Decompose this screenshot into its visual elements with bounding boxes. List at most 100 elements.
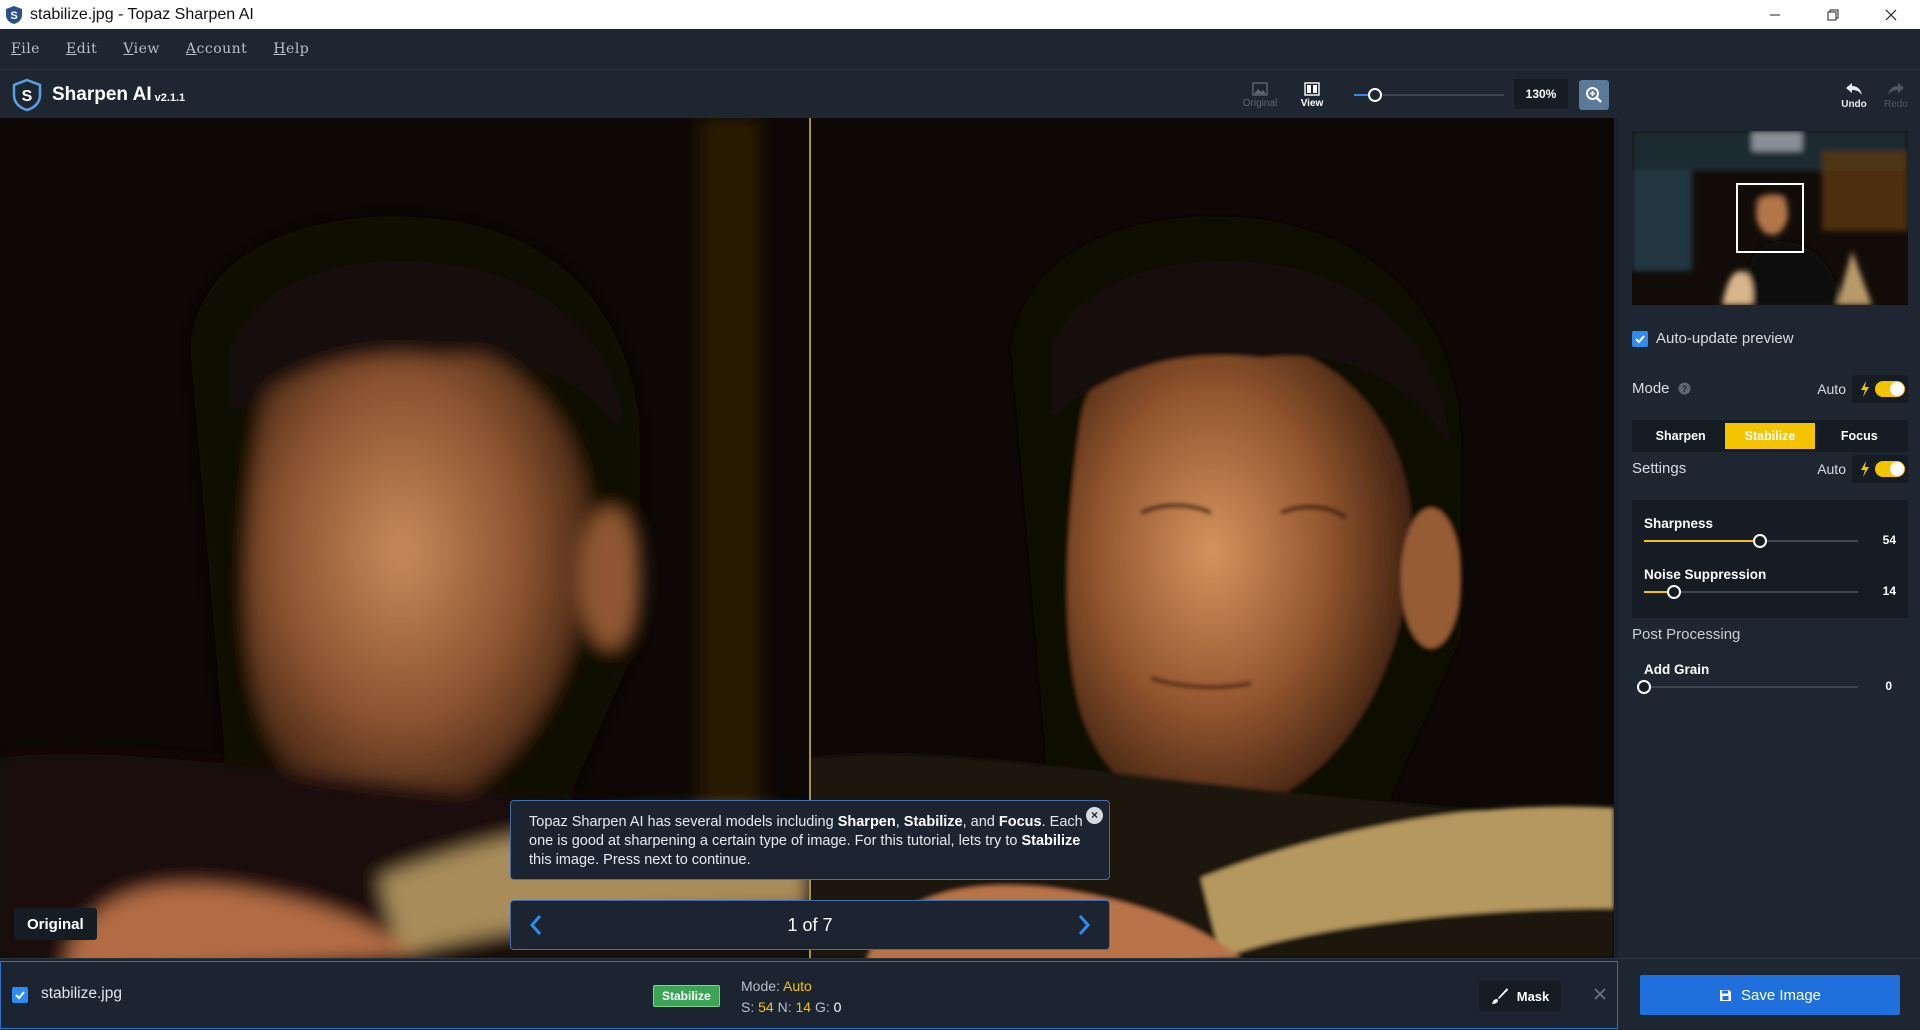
restore-button[interactable] <box>1804 0 1862 29</box>
tutorial-text: , and <box>962 814 999 830</box>
zoom-in-icon <box>1586 87 1602 103</box>
toolbar: S Sharpen AI v2.1.1 Original View 130% U… <box>0 69 1920 118</box>
close-window-button[interactable] <box>1862 0 1920 29</box>
menu-file[interactable]: File <box>11 41 40 57</box>
add-grain-value: 0 <box>1885 679 1892 693</box>
original-view-button[interactable]: Original <box>1236 76 1284 114</box>
bottom-bar: stabilize.jpg Stabilize Mode: Auto S: 54… <box>0 958 1920 1030</box>
svg-text:S: S <box>22 88 33 105</box>
sharpness-value: 54 <box>1882 533 1896 547</box>
close-icon <box>1594 988 1606 1000</box>
auto-update-label: Auto-update preview <box>1656 330 1794 347</box>
brush-icon <box>1491 988 1508 1004</box>
zoom-slider[interactable] <box>1354 88 1504 102</box>
settings-auto-label: Auto <box>1817 460 1846 477</box>
file-settings-info: Mode: Auto S: 54 N: 14 G: 0 <box>741 976 841 1018</box>
n-label: N: <box>773 999 796 1015</box>
file-name: stabilize.jpg <box>41 985 122 1002</box>
sharpness-label: Sharpness <box>1644 516 1714 531</box>
brand-name: Sharpen AI <box>52 84 152 105</box>
auto-update-checkbox[interactable] <box>1632 330 1648 347</box>
tutorial-pager: 1 of 7 <box>510 900 1110 950</box>
settings-auto-switch[interactable] <box>1875 460 1905 477</box>
next-arrow-icon[interactable] <box>1071 913 1095 937</box>
s-value: 54 <box>758 999 774 1015</box>
menu-edit[interactable]: Edit <box>66 41 97 57</box>
zoom-value[interactable]: 130% <box>1514 79 1568 109</box>
n-value: 14 <box>795 999 812 1015</box>
file-list-item[interactable]: stabilize.jpg Stabilize Mode: Auto S: 54… <box>0 961 1618 1029</box>
tutorial-bold-sharpen: Sharpen <box>837 814 896 830</box>
redo-button[interactable]: Redo <box>1872 76 1920 114</box>
original-badge: Original <box>14 908 97 940</box>
s-label: S: <box>741 999 759 1015</box>
auto-update-row[interactable]: Auto-update preview <box>1632 330 1908 347</box>
sharpness-slider-knob[interactable] <box>1752 534 1767 548</box>
add-grain-slider[interactable] <box>1637 680 1858 694</box>
window-title: stabilize.jpg - Topaz Sharpen AI <box>30 5 254 23</box>
g-value: 0 <box>833 999 842 1015</box>
settings-sliders: Sharpness 54 Noise Suppression 14 <box>1632 500 1908 618</box>
mode-auto-switch[interactable] <box>1875 380 1905 397</box>
undo-button[interactable]: Undo <box>1830 76 1878 114</box>
tutorial-bold-stabilize: Stabilize <box>1021 833 1081 849</box>
zoom-slider-knob[interactable] <box>1368 88 1382 102</box>
mask-button[interactable]: Mask <box>1479 981 1561 1011</box>
noise-suppression-label: Noise Suppression <box>1644 567 1767 582</box>
minimize-button[interactable] <box>1746 0 1804 29</box>
mask-label: Mask <box>1516 988 1550 1004</box>
tutorial-bold-stabilize: Stabilize <box>903 814 963 830</box>
save-image-button[interactable]: Save Image <box>1640 975 1900 1015</box>
navigator-thumbnail[interactable] <box>1632 131 1908 305</box>
mode-prefix: Mode: <box>741 978 784 994</box>
tutorial-close-icon[interactable]: × <box>1086 807 1103 824</box>
help-icon[interactable]: ? <box>1678 382 1691 395</box>
mode-label: Mode <box>1632 380 1670 397</box>
undo-icon <box>1846 82 1862 95</box>
svg-text:?: ? <box>1681 384 1687 394</box>
tutorial-bold-focus: Focus <box>998 814 1042 830</box>
restore-icon <box>1827 9 1839 20</box>
original-label: Original <box>1242 97 1278 109</box>
undo-label: Undo <box>1841 98 1867 110</box>
app-logo: S Sharpen AI v2.1.1 <box>10 78 185 112</box>
tutorial-text: this image. Press next to continue. <box>529 852 751 868</box>
app-icon: S <box>6 5 22 24</box>
menu-help[interactable]: Help <box>273 41 309 57</box>
redo-label: Redo <box>1884 98 1908 110</box>
mode-auto-toggle[interactable]: Auto <box>1817 374 1908 403</box>
svg-text:S: S <box>10 10 17 22</box>
view-label: View <box>1300 97 1324 109</box>
noise-suppression-slider-knob[interactable] <box>1666 585 1681 599</box>
sharpness-slider[interactable] <box>1644 534 1858 548</box>
mode-auto-label: Auto <box>1817 380 1846 397</box>
add-grain-slider-row: Add Grain 0 <box>1637 662 1896 694</box>
settings-row: Settings Auto <box>1632 454 1908 483</box>
menu-account[interactable]: Account <box>186 41 247 57</box>
noise-suppression-slider[interactable] <box>1644 585 1858 599</box>
mode-row: Mode ? Auto <box>1632 374 1908 403</box>
tutorial-text: Topaz Sharpen AI has several models incl… <box>529 814 838 830</box>
close-icon <box>1885 9 1897 20</box>
mode-focus-button[interactable]: Focus <box>1815 423 1904 449</box>
redo-icon <box>1888 82 1904 95</box>
mode-sharpen-button[interactable]: Sharpen <box>1636 423 1725 449</box>
menu-view[interactable]: View <box>123 41 160 57</box>
file-checkbox[interactable] <box>12 987 28 1003</box>
g-label: G: <box>811 999 834 1015</box>
view-mode-button[interactable]: View <box>1288 76 1336 114</box>
image-icon <box>1252 81 1268 96</box>
save-icon <box>1719 989 1731 1001</box>
settings-panel: Auto-update preview Mode ? Auto Sharpen … <box>1618 118 1920 958</box>
model-badge: Stabilize <box>653 985 720 1007</box>
settings-auto-toggle[interactable]: Auto <box>1817 454 1908 483</box>
save-label: Save Image <box>1740 986 1822 1004</box>
minimize-icon <box>1770 14 1780 15</box>
add-grain-slider-knob[interactable] <box>1637 680 1651 694</box>
lightning-icon <box>1861 380 1869 397</box>
split-view-icon <box>1304 81 1320 96</box>
zoom-button[interactable] <box>1579 80 1609 110</box>
mode-stabilize-button[interactable]: Stabilize <box>1725 423 1815 449</box>
remove-file-button[interactable] <box>1589 983 1611 1005</box>
navigator-viewport-frame[interactable] <box>1736 183 1804 253</box>
